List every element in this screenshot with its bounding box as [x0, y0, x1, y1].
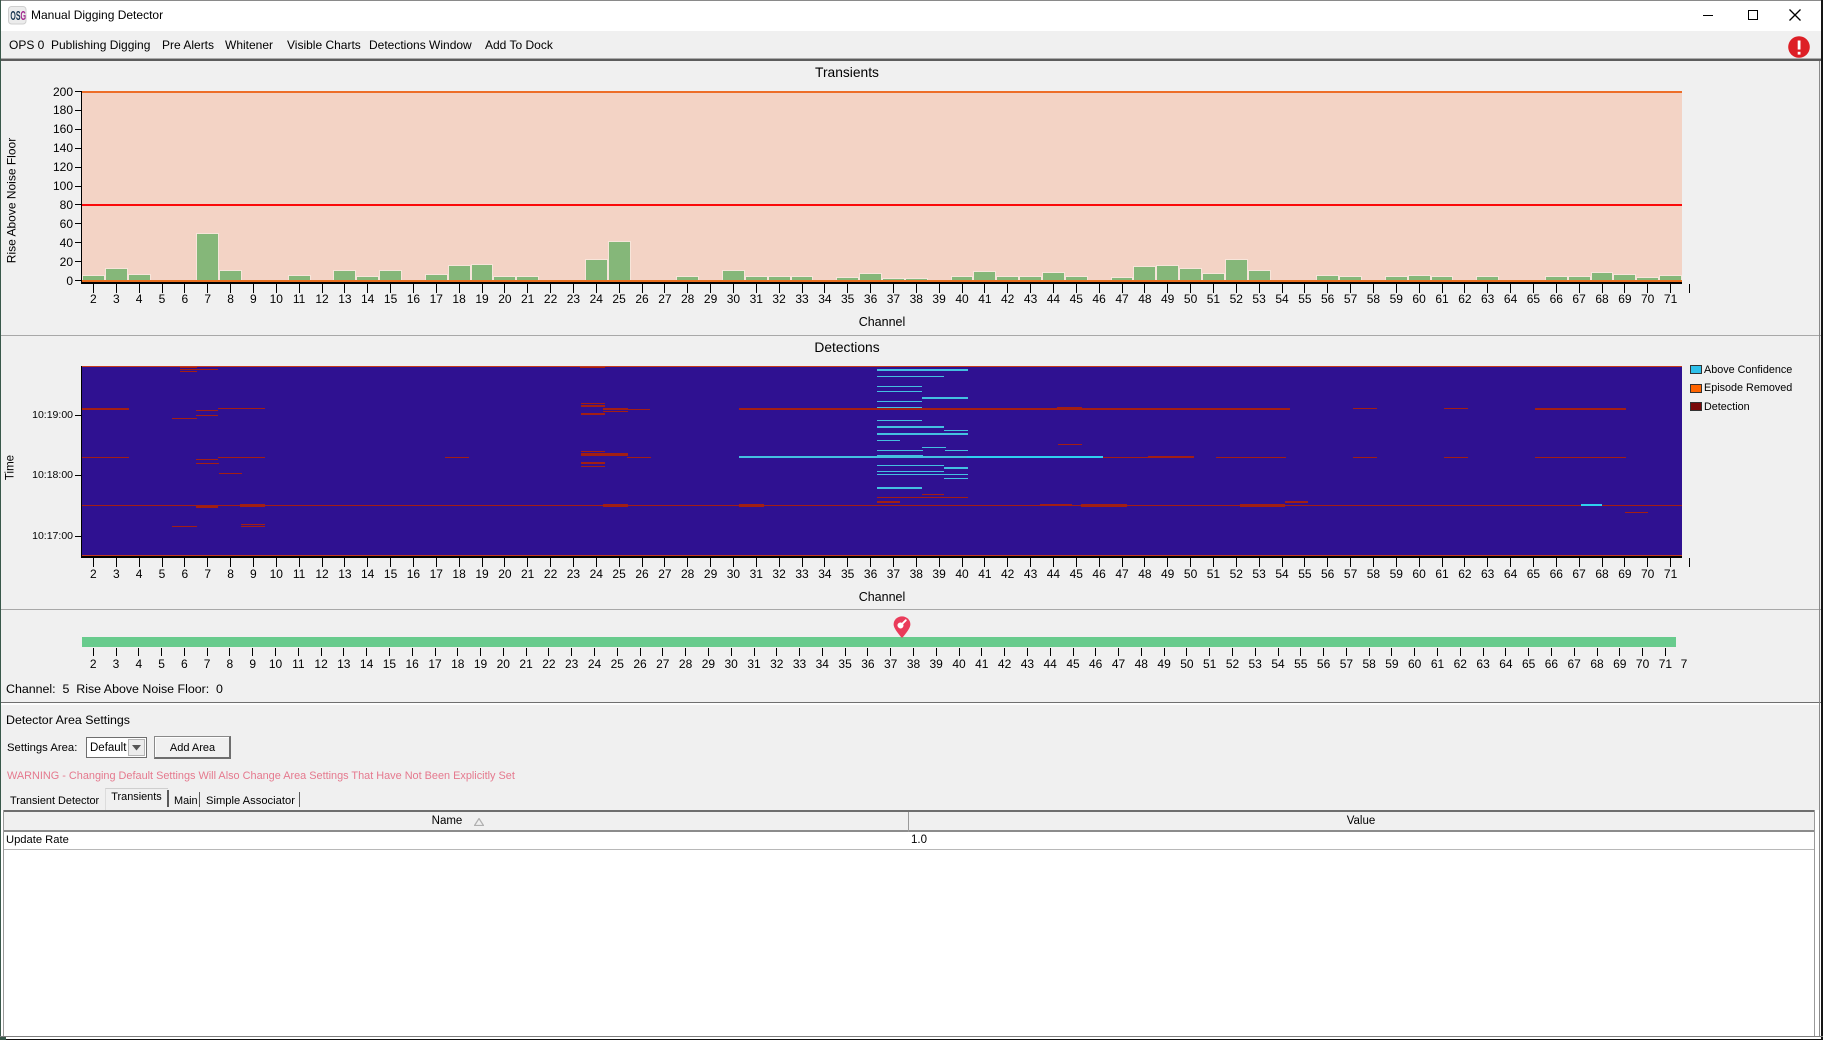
svg-text:OSG: OSG: [10, 10, 26, 24]
